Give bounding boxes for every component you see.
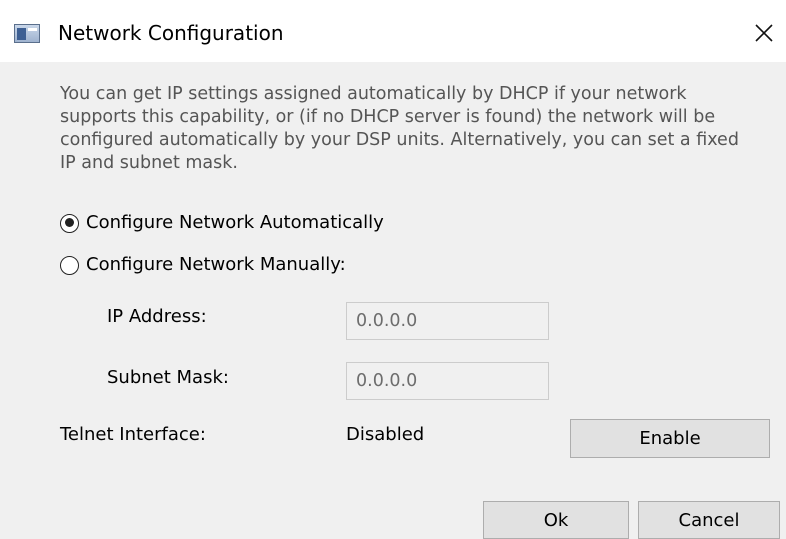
telnet-interface-label: Telnet Interface: (60, 424, 206, 445)
configure-automatic-label[interactable]: Configure Network Automatically (86, 211, 384, 235)
app-window-icon (14, 24, 40, 43)
close-icon (755, 24, 773, 42)
ip-address-field[interactable] (346, 302, 549, 340)
configure-manual-radio[interactable] (60, 255, 79, 275)
configure-manual-label[interactable]: Configure Network Manually: (86, 253, 346, 277)
ok-button[interactable]: Ok (483, 501, 629, 539)
ip-address-label: IP Address: (107, 306, 207, 327)
subnet-mask-label: Subnet Mask: (107, 367, 229, 388)
description-text: You can get IP settings assigned automat… (60, 84, 739, 173)
cancel-button[interactable]: Cancel (638, 501, 780, 539)
configure-manual-option[interactable]: Configure Network Manually: (60, 252, 346, 278)
configure-automatic-radio[interactable] (60, 213, 79, 233)
enable-telnet-button[interactable]: Enable (570, 419, 770, 458)
title-bar: Network Configuration (0, 0, 786, 62)
subnet-mask-field[interactable] (346, 362, 549, 400)
telnet-status: Disabled (346, 424, 425, 445)
network-configuration-dialog: Network Configuration You can get IP set… (0, 0, 786, 539)
configure-automatic-option[interactable]: Configure Network Automatically (60, 210, 384, 236)
dialog-title: Network Configuration (58, 21, 284, 45)
close-button[interactable] (744, 14, 784, 52)
